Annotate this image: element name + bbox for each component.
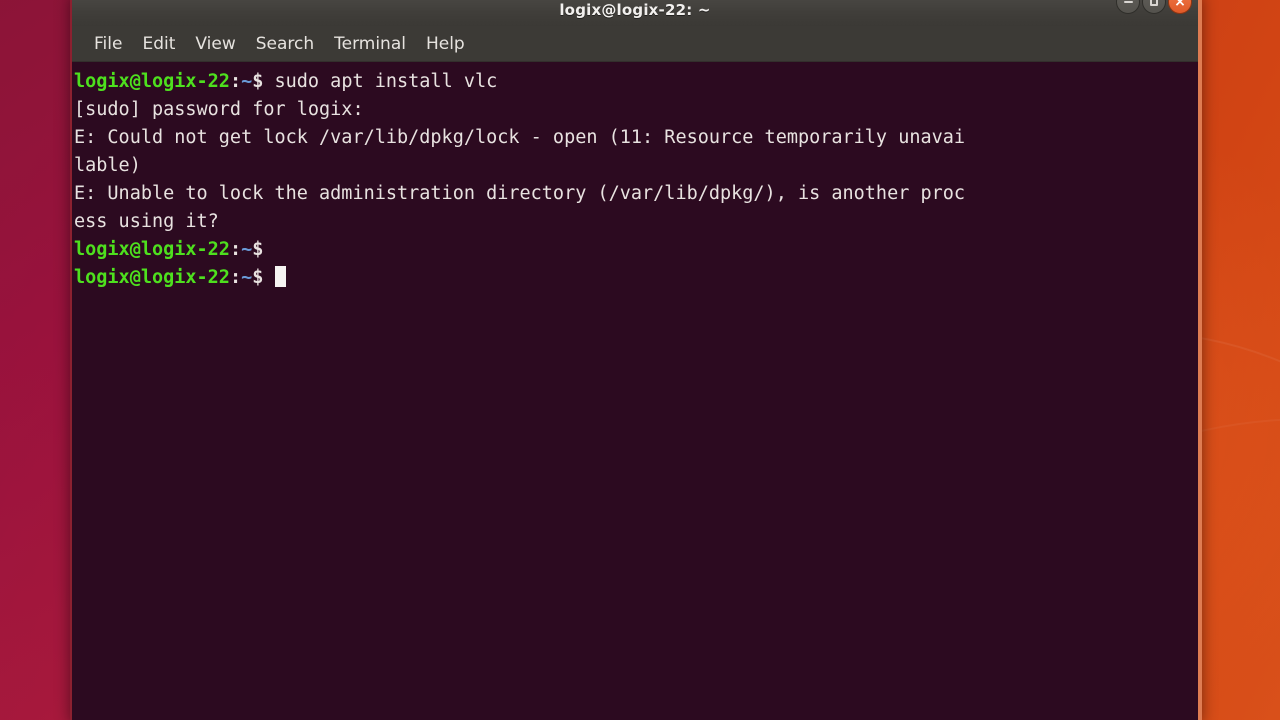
- prompt-dollar: $: [252, 267, 264, 288]
- window-titlebar[interactable]: logix@logix-22: ~ ×: [72, 0, 1198, 26]
- minimize-icon: [1123, 1, 1133, 3]
- terminal-output-line: [sudo] password for logix:: [74, 96, 1198, 124]
- close-button[interactable]: ×: [1168, 0, 1192, 14]
- terminal-text: [sudo] password for logix:: [74, 99, 364, 120]
- terminal-output-line: E: Could not get lock /var/lib/dpkg/lock…: [74, 124, 1198, 152]
- terminal-prompt-line: logix@logix-22:~$: [74, 264, 1198, 292]
- window-title: logix@logix-22: ~: [559, 0, 711, 19]
- terminal-text: ess using it?: [74, 211, 219, 232]
- prompt-command: sudo apt install vlc: [263, 71, 498, 92]
- prompt-path: ~: [241, 267, 253, 288]
- close-icon: ×: [1174, 0, 1186, 10]
- prompt-colon: :: [229, 267, 242, 288]
- cursor-gap: [263, 267, 274, 288]
- maximize-button[interactable]: [1142, 0, 1166, 14]
- terminal-text: lable): [74, 155, 141, 176]
- terminal-output[interactable]: logix@logix-22:~$ sudo apt install vlc [s…: [72, 68, 1198, 292]
- prompt-dollar: $: [252, 239, 264, 260]
- menu-item-terminal[interactable]: Terminal: [324, 32, 416, 56]
- text-cursor: [274, 266, 286, 287]
- prompt-path: ~: [241, 239, 253, 260]
- terminal-body[interactable]: logix@logix-22:~$ sudo apt install vlc [s…: [72, 62, 1198, 720]
- prompt-path: ~: [241, 71, 253, 92]
- minimize-button[interactable]: [1116, 0, 1140, 14]
- terminal-window[interactable]: logix@logix-22: ~ × File Edit View Searc…: [70, 0, 1202, 720]
- menu-item-edit[interactable]: Edit: [132, 32, 185, 56]
- terminal-output-line: lable): [74, 152, 1198, 180]
- terminal-text: E: Could not get lock /var/lib/dpkg/lock…: [74, 127, 966, 148]
- terminal-output-line: E: Unable to lock the administration dir…: [74, 180, 1198, 208]
- prompt-userhost: logix@logix-22: [74, 239, 230, 260]
- menu-item-search[interactable]: Search: [246, 32, 324, 56]
- window-controls: ×: [1116, 0, 1192, 14]
- prompt-userhost: logix@logix-22: [74, 267, 230, 288]
- prompt-userhost: logix@logix-22: [74, 71, 230, 92]
- menu-bar: File Edit View Search Terminal Help: [72, 26, 1198, 62]
- menu-item-help[interactable]: Help: [416, 32, 475, 56]
- prompt-colon: :: [229, 239, 242, 260]
- terminal-prompt-line: logix@logix-22:~$ sudo apt install vlc: [74, 68, 1198, 96]
- prompt-dollar: $: [252, 71, 264, 92]
- terminal-prompt-line: logix@logix-22:~$: [74, 236, 1198, 264]
- prompt-colon: :: [229, 71, 242, 92]
- menu-item-file[interactable]: File: [84, 32, 132, 56]
- menu-item-view[interactable]: View: [185, 32, 245, 56]
- maximize-icon: [1150, 0, 1158, 6]
- terminal-text: E: Unable to lock the administration dir…: [74, 183, 966, 204]
- terminal-output-line: ess using it?: [74, 208, 1198, 236]
